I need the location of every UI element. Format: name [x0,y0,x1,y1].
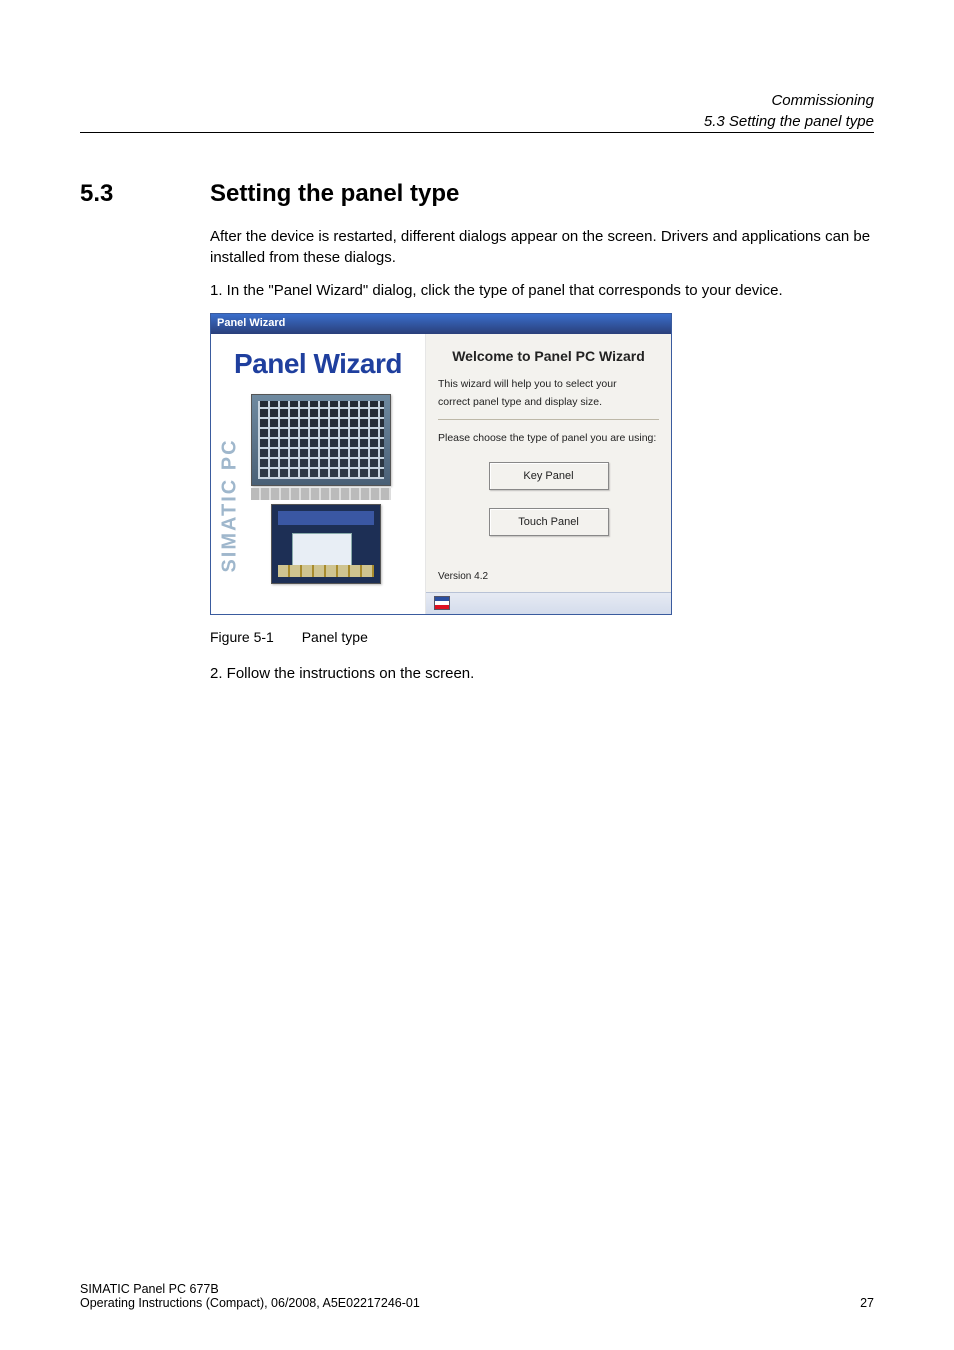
footer-product: SIMATIC Panel PC 677B [80,1282,874,1296]
simatic-pc-brand: SIMATIC PC [217,404,243,606]
dialog-left-panel: Panel Wizard SIMATIC PC [211,334,426,614]
panel-wizard-screenshot: Panel Wizard Panel Wizard SIMATIC PC Wel… [210,313,874,615]
status-bar [426,592,671,614]
dialog-titlebar: Panel Wizard [211,314,671,334]
section-heading: 5.3 Setting the panel type [80,180,874,208]
chapter-name: Commissioning [704,90,874,111]
header-rule [80,132,874,133]
panel-wizard-dialog: Panel Wizard Panel Wizard SIMATIC PC Wel… [210,313,672,615]
device-illustrations [251,394,417,606]
help-text-line2: correct panel type and display size. [438,396,659,410]
section-number: 5.3 [80,180,210,208]
device-keys-strip [251,488,391,500]
footer-docinfo: Operating Instructions (Compact), 06/200… [80,1296,874,1310]
touch-panel-button[interactable]: Touch Panel [489,508,609,536]
subsection-name: 5.3 Setting the panel type [704,111,874,132]
running-header: Commissioning 5.3 Setting the panel type [704,90,874,132]
language-flag-icon[interactable] [434,596,450,610]
dialog-right-panel: Welcome to Panel PC Wizard This wizard w… [426,334,671,614]
step-1: 1. In the "Panel Wizard" dialog, click t… [210,280,874,301]
figure-number: Figure 5-1 [210,629,274,645]
panel-wizard-logo: Panel Wizard [211,334,425,386]
device-image-key-panel [251,394,391,486]
intro-paragraph: After the device is restarted, different… [210,226,874,268]
figure-caption: Figure 5-1 Panel type [210,629,874,645]
body-text-2: 2. Follow the instructions on the screen… [210,663,874,684]
section-title: Setting the panel type [210,180,459,208]
step-2: 2. Follow the instructions on the screen… [210,663,874,684]
divider [438,419,659,420]
key-panel-button[interactable]: Key Panel [489,462,609,490]
help-text-line1: This wizard will help you to select your [438,378,659,392]
choose-prompt: Please choose the type of panel you are … [438,432,659,444]
page-footer: SIMATIC Panel PC 677B Operating Instruct… [80,1282,874,1310]
figure-title: Panel type [302,629,368,645]
body-text: After the device is restarted, different… [210,226,874,301]
page-number: 27 [860,1296,874,1310]
welcome-title: Welcome to Panel PC Wizard [438,348,659,364]
version-label: Version 4.2 [438,571,659,582]
device-image-touch-panel [271,504,381,584]
